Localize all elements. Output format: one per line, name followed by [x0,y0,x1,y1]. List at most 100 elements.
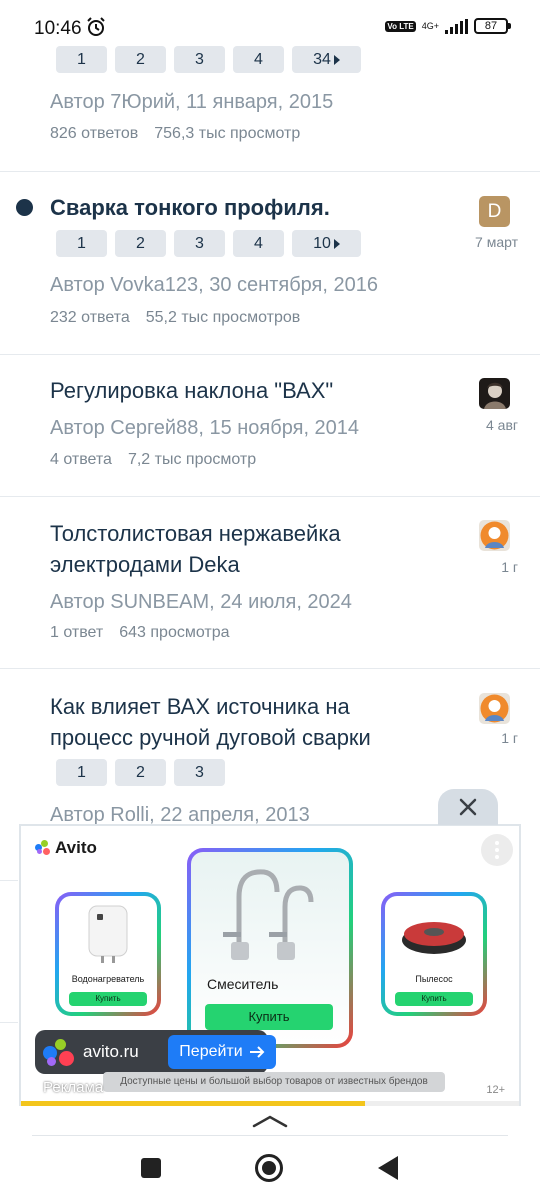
product-card-featured[interactable]: Смеситель Купить [187,848,353,1048]
background-edge [0,880,18,1110]
battery-icon: 87 [474,18,511,34]
volte-badge: Vo LTE [385,20,416,32]
pagination: 1 2 3 [56,759,225,786]
page-link[interactable]: 2 [115,759,166,786]
page-number: 34 [313,50,331,68]
ad-domain: avito.ru [83,1042,139,1061]
topic-stats: 826 ответов 756,3 тыс просмотр [50,125,300,143]
avito-logo-icon [43,1037,77,1067]
unread-indicator [16,199,33,216]
topic-stats: 232 ответа 55,2 тыс просмотров [50,309,300,327]
product-label: Смеситель [207,976,279,992]
avatar[interactable] [479,520,510,551]
product-card[interactable]: Водонагреватель Купить [55,892,161,1016]
back-triangle-icon[interactable] [378,1156,398,1180]
avatar-photo-icon [484,382,506,409]
topic-author: Автор SUNBEAM, 24 июля, 2024 [50,591,352,613]
ad-banner[interactable]: Avito Водонагреватель Купить Смеситель К… [19,824,521,1108]
go-button[interactable]: Перейти [168,1035,276,1069]
last-page-link[interactable]: 10 [292,230,361,257]
more-vertical-icon[interactable] [481,834,513,866]
buy-button[interactable]: Купить [69,992,147,1006]
last-post-date: 7 март [475,234,518,250]
topic-author: Автор Сергей88, 15 ноября, 2014 [50,417,360,439]
ad-label: Реклама [43,1079,104,1096]
ad-domain-bar[interactable]: avito.ru Перейти [35,1030,276,1074]
avatar[interactable] [479,378,510,409]
page-link[interactable]: 1 [56,230,107,257]
arrow-right-icon [249,1046,265,1058]
topic-stats: 4 ответа 7,2 тыс просмотр [50,451,256,469]
avatar-cartoon-icon [480,521,509,550]
go-button-label: Перейти [179,1043,243,1060]
product-label: Водонагреватель [71,974,145,984]
page-link[interactable]: 2 [115,46,166,73]
close-icon [459,798,477,816]
topic-title[interactable]: Толстолистовая нержавейка электродами De… [50,518,430,580]
topic-title[interactable]: Сварка тонкого профиля. [50,192,430,223]
home-circle-icon[interactable] [255,1154,283,1182]
topic-item[interactable]: Толстолистовая нержавейка электродами De… [0,497,540,669]
triangle-right-icon [333,54,340,65]
product-label: Пылесос [415,974,453,984]
bottom-sheet [0,1106,540,1200]
network-type: 4G+ [421,20,439,31]
avito-logo-icon [35,840,53,856]
topic-stats: 1 ответ 643 просмотра [50,624,230,642]
page-link[interactable]: 3 [174,230,225,257]
pagination: 1 2 3 4 10 [56,230,361,257]
views-count: 756,3 тыс просмотр [154,125,301,142]
avatar-cartoon-icon [480,694,509,723]
page-link[interactable]: 3 [174,46,225,73]
page-link[interactable]: 4 [233,230,284,257]
page-link[interactable]: 1 [56,46,107,73]
topic-item[interactable]: Регулировка наклона "ВАХ" Автор Сергей88… [0,355,540,497]
robot-vacuum-icon [402,922,466,954]
product-card-body: Пылесос Купить [385,896,483,1012]
product-card[interactable]: Пылесос Купить [381,892,487,1016]
alarm-clock-icon [87,17,105,36]
views-count: 7,2 тыс просмотр [127,451,257,468]
last-post-date: 1 г [501,559,518,575]
page-number: 10 [313,234,331,252]
avatar[interactable]: D [479,196,510,227]
topic-title[interactable]: Регулировка наклона "ВАХ" [50,375,430,406]
status-bar: 10:46 Vo LTE 4G+ 87 [0,0,540,46]
water-heater-icon [88,905,128,963]
pagination: 1 2 3 4 34 [56,46,361,73]
status-time: 10:46 [34,18,82,39]
topic-author: Автор Vovka123, 30 сентября, 2016 [50,274,378,296]
ad-close-button[interactable] [438,789,498,825]
recents-square-icon[interactable] [141,1158,161,1178]
product-card-body: Смеситель Купить [191,852,349,1044]
avatar[interactable] [479,693,510,724]
last-post-date: 1 г [501,730,518,746]
replies-count: 232 ответа [50,309,130,326]
replies-count: 4 ответа [50,451,112,468]
topic-author: Автор 7Юрий, 11 января, 2015 [50,91,334,113]
page-link[interactable]: 1 [56,759,107,786]
divider [32,1135,508,1136]
faucet-icon [223,869,314,960]
product-card-body: Водонагреватель Купить [59,896,157,1012]
triangle-right-icon [333,238,340,249]
signal-icon [445,18,468,34]
replies-count: 1 ответ [50,624,104,641]
views-count: 55,2 тыс просмотров [145,309,301,326]
replies-count: 826 ответов [50,125,139,142]
page-link[interactable]: 2 [115,230,166,257]
topic-item[interactable]: Сварка тонкого профиля. 1 2 3 4 10 Автор… [0,172,540,355]
buy-button[interactable]: Купить [395,992,473,1006]
ad-brand: Avito [55,838,97,857]
views-count: 643 просмотра [119,624,230,641]
buy-button[interactable]: Купить [205,1004,333,1030]
page-link[interactable]: 3 [174,759,225,786]
page-link[interactable]: 4 [233,46,284,73]
age-rating: 12+ [486,1084,505,1096]
last-page-link[interactable]: 34 [292,46,361,73]
status-indicators: Vo LTE 4G+ 87 [385,18,511,34]
avito-logo: Avito [35,838,97,858]
topic-title[interactable]: Как влияет ВАХ источника на процесс ручн… [50,691,430,753]
chevron-up-icon[interactable] [252,1114,288,1128]
ad-disclaimer: Доступные цены и большой выбор товаров о… [103,1072,445,1092]
